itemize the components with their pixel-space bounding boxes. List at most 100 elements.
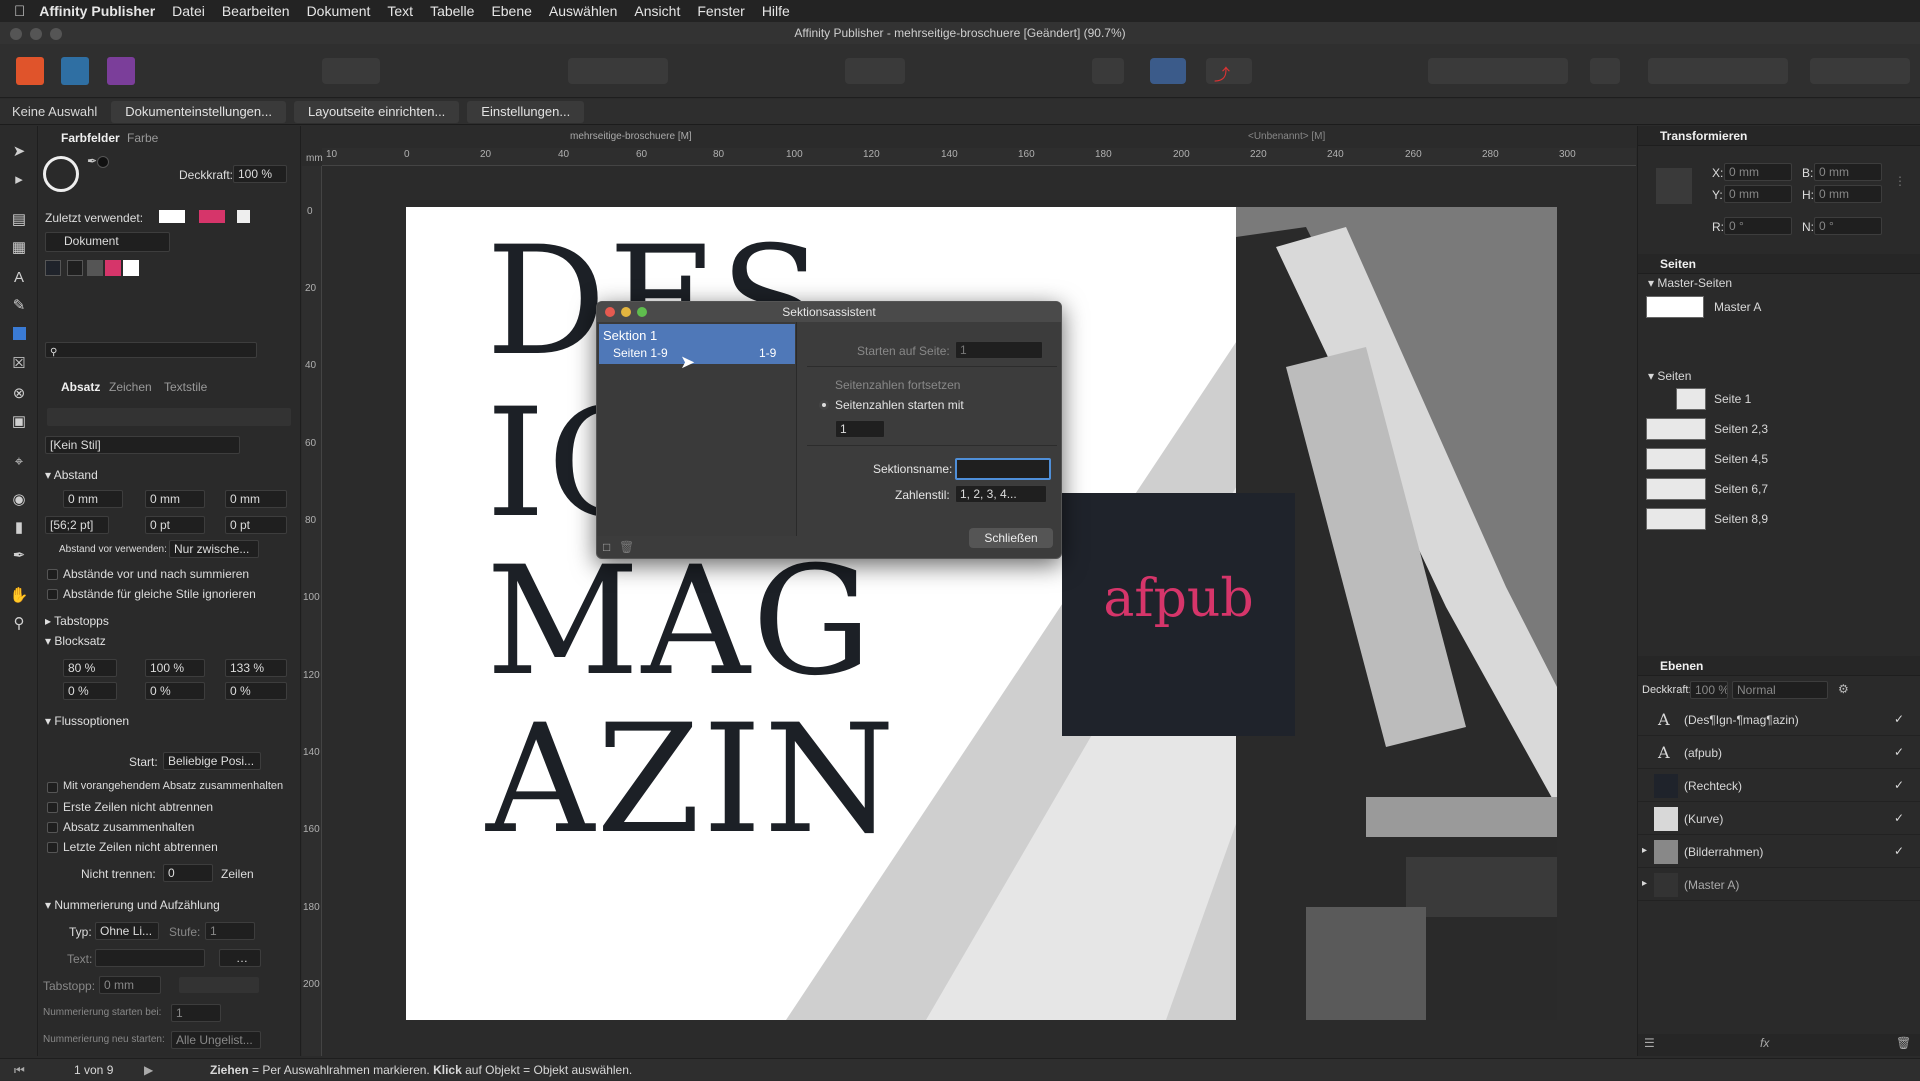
- gear-icon[interactable]: ⚙: [1838, 682, 1849, 696]
- afpub-label[interactable]: afpub: [1062, 569, 1295, 629]
- tab-text-styles[interactable]: Textstile: [164, 380, 207, 394]
- master-pages-header[interactable]: ▾ Master-Seiten: [1648, 276, 1732, 290]
- zoom-tool-icon[interactable]: ⚲: [9, 614, 29, 634]
- restart-numbering-radio[interactable]: [819, 400, 829, 410]
- layer-row[interactable]: A (afpub) ✓: [1638, 737, 1920, 769]
- letter-spacing-desired-field[interactable]: 0 %: [145, 682, 205, 700]
- numbering-start-field[interactable]: 1: [171, 1004, 221, 1022]
- number-style-select[interactable]: 1, 2, 3, 4...: [955, 485, 1047, 503]
- close-window-button[interactable]: [10, 28, 22, 40]
- sum-spacing-checkbox[interactable]: [47, 569, 58, 580]
- menu-bearbeiten[interactable]: Bearbeiten: [222, 3, 290, 19]
- doc-tab-right[interactable]: <Unbenannt> [M]: [1248, 131, 1325, 142]
- right-indent-field[interactable]: 0 mm: [145, 490, 205, 508]
- layers-stack-icon[interactable]: ☰: [1644, 1036, 1655, 1050]
- menu-text[interactable]: Text: [387, 3, 413, 19]
- pages-8-9-thumbnail[interactable]: [1646, 508, 1706, 530]
- align-button[interactable]: [1590, 58, 1620, 84]
- minimize-window-button[interactable]: [30, 28, 42, 40]
- view-mode-buttons[interactable]: [322, 58, 380, 84]
- swatch-dark[interactable]: [45, 260, 61, 276]
- swatch-pink[interactable]: [105, 260, 121, 276]
- tab-character[interactable]: Zeichen: [109, 380, 152, 394]
- space-after-field[interactable]: 0 pt: [225, 516, 287, 534]
- letter-spacing-min-field[interactable]: 0 %: [63, 682, 117, 700]
- restart-numbering-field[interactable]: 1: [835, 420, 885, 438]
- word-spacing-desired-field[interactable]: 100 %: [145, 659, 205, 677]
- tab-paragraph[interactable]: Absatz: [61, 380, 100, 394]
- tab-color[interactable]: Farbe: [127, 131, 158, 145]
- blend-mode-select[interactable]: Normal: [1732, 681, 1828, 699]
- photo-persona-icon[interactable]: [107, 57, 135, 85]
- first-page-icon[interactable]: ⏮: [14, 1059, 25, 1081]
- menu-datei[interactable]: Datei: [172, 3, 205, 19]
- y-field[interactable]: 0 mm: [1724, 185, 1792, 203]
- table-tool-icon[interactable]: ▦: [9, 238, 29, 258]
- keep-with-previous-checkbox[interactable]: [47, 782, 58, 793]
- layer-row[interactable]: (Rechteck) ✓: [1638, 770, 1920, 802]
- pages-title[interactable]: Seiten: [1660, 257, 1696, 271]
- node-tool-icon[interactable]: ▸: [9, 170, 29, 190]
- transform-title[interactable]: Transformieren: [1660, 129, 1747, 143]
- flow-section-header[interactable]: ▾ Flussoptionen: [45, 714, 129, 728]
- pages-section-header[interactable]: ▾ Seiten: [1648, 369, 1691, 383]
- pages-4-5-label[interactable]: Seiten 4,5: [1714, 452, 1768, 466]
- recent-swatch-2[interactable]: [199, 210, 225, 223]
- move-tool-icon[interactable]: ➤: [9, 142, 29, 162]
- visibility-checkbox[interactable]: ✓: [1894, 712, 1904, 726]
- layer-row[interactable]: ▸ (Bilderrahmen) ✓: [1638, 836, 1920, 868]
- master-a-thumbnail[interactable]: [1646, 296, 1704, 318]
- pen-tool-icon[interactable]: ✎: [9, 296, 29, 316]
- pages-6-7-thumbnail[interactable]: [1646, 478, 1706, 500]
- headline-line-4[interactable]: AZIN: [486, 705, 897, 855]
- frame-text-tool-icon[interactable]: ▤: [9, 210, 29, 230]
- zoom-window-button[interactable]: [50, 28, 62, 40]
- section-name-input[interactable]: [955, 458, 1051, 480]
- space-before-field[interactable]: 0 pt: [145, 516, 205, 534]
- preview-icon[interactable]: [1092, 58, 1124, 84]
- apple-icon[interactable]: : [14, 3, 25, 20]
- lock-aspect-icon[interactable]: ⋮: [1894, 174, 1906, 188]
- page-1-thumbnail[interactable]: [1676, 388, 1706, 410]
- horizontal-ruler[interactable]: 10 0 20 40 60 80 100 120 140 160 180 200…: [322, 148, 1636, 166]
- layer-row[interactable]: ▸ (Master A): [1638, 869, 1920, 901]
- document-setup-button[interactable]: Dokumenteinstellungen...: [111, 100, 286, 123]
- numbering-restart-select[interactable]: Alle Ungelist...: [171, 1031, 261, 1049]
- close-dialog-button[interactable]: Schließen: [969, 528, 1053, 548]
- fx-icon[interactable]: fx: [1760, 1036, 1769, 1050]
- pages-2-3-label[interactable]: Seiten 2,3: [1714, 422, 1768, 436]
- headline-line-3[interactable]: MAG: [486, 547, 874, 697]
- menu-app[interactable]: Affinity Publisher: [39, 3, 155, 19]
- page-indicator[interactable]: 1 von 9: [74, 1059, 113, 1081]
- alignment-buttons[interactable]: [47, 408, 291, 426]
- ignore-same-style-checkbox[interactable]: [47, 589, 58, 600]
- menu-auswaehlen[interactable]: Auswählen: [549, 3, 618, 19]
- visibility-checkbox[interactable]: ✓: [1894, 811, 1904, 825]
- layer-row[interactable]: (Kurve) ✓: [1638, 803, 1920, 835]
- transparency-tool-icon[interactable]: ▮: [9, 518, 29, 538]
- snapping-magnet-icon[interactable]: ⤴: [1206, 58, 1252, 84]
- start-on-page-field[interactable]: 1: [955, 341, 1043, 359]
- tab-swatches[interactable]: Farbfelder: [61, 131, 120, 145]
- color-picker-tool-icon[interactable]: ✒: [9, 546, 29, 566]
- preferences-button[interactable]: Einstellungen...: [467, 100, 585, 123]
- picture-frame-tool-icon[interactable]: ☒: [9, 354, 29, 374]
- menu-fenster[interactable]: Fenster: [697, 3, 744, 19]
- widow-checkbox[interactable]: [47, 802, 58, 813]
- keep-together-checkbox[interactable]: [47, 822, 58, 833]
- vertical-ruler[interactable]: 0 20 40 60 80 100 120 140 160 180 200: [302, 166, 322, 1056]
- trash-icon[interactable]: 🗑: [1896, 1036, 1911, 1050]
- fill-stroke-well[interactable]: [43, 156, 79, 192]
- level-field[interactable]: 1: [205, 922, 255, 940]
- arrange-buttons[interactable]: [1428, 58, 1568, 84]
- menu-ansicht[interactable]: Ansicht: [634, 3, 680, 19]
- tabstop-alignment-buttons[interactable]: [179, 977, 259, 993]
- numbering-text-field[interactable]: [95, 949, 205, 967]
- swatch-white[interactable]: [123, 260, 139, 276]
- start-select[interactable]: Beliebige Posi...: [163, 752, 261, 770]
- numbering-section-header[interactable]: ▾ Nummerierung und Aufzählung: [45, 898, 220, 912]
- add-section-icon[interactable]: □: [603, 540, 610, 554]
- menu-ebene[interactable]: Ebene: [491, 3, 531, 19]
- boolean-buttons[interactable]: [1810, 58, 1910, 84]
- numbering-text-more-button[interactable]: …: [219, 949, 261, 967]
